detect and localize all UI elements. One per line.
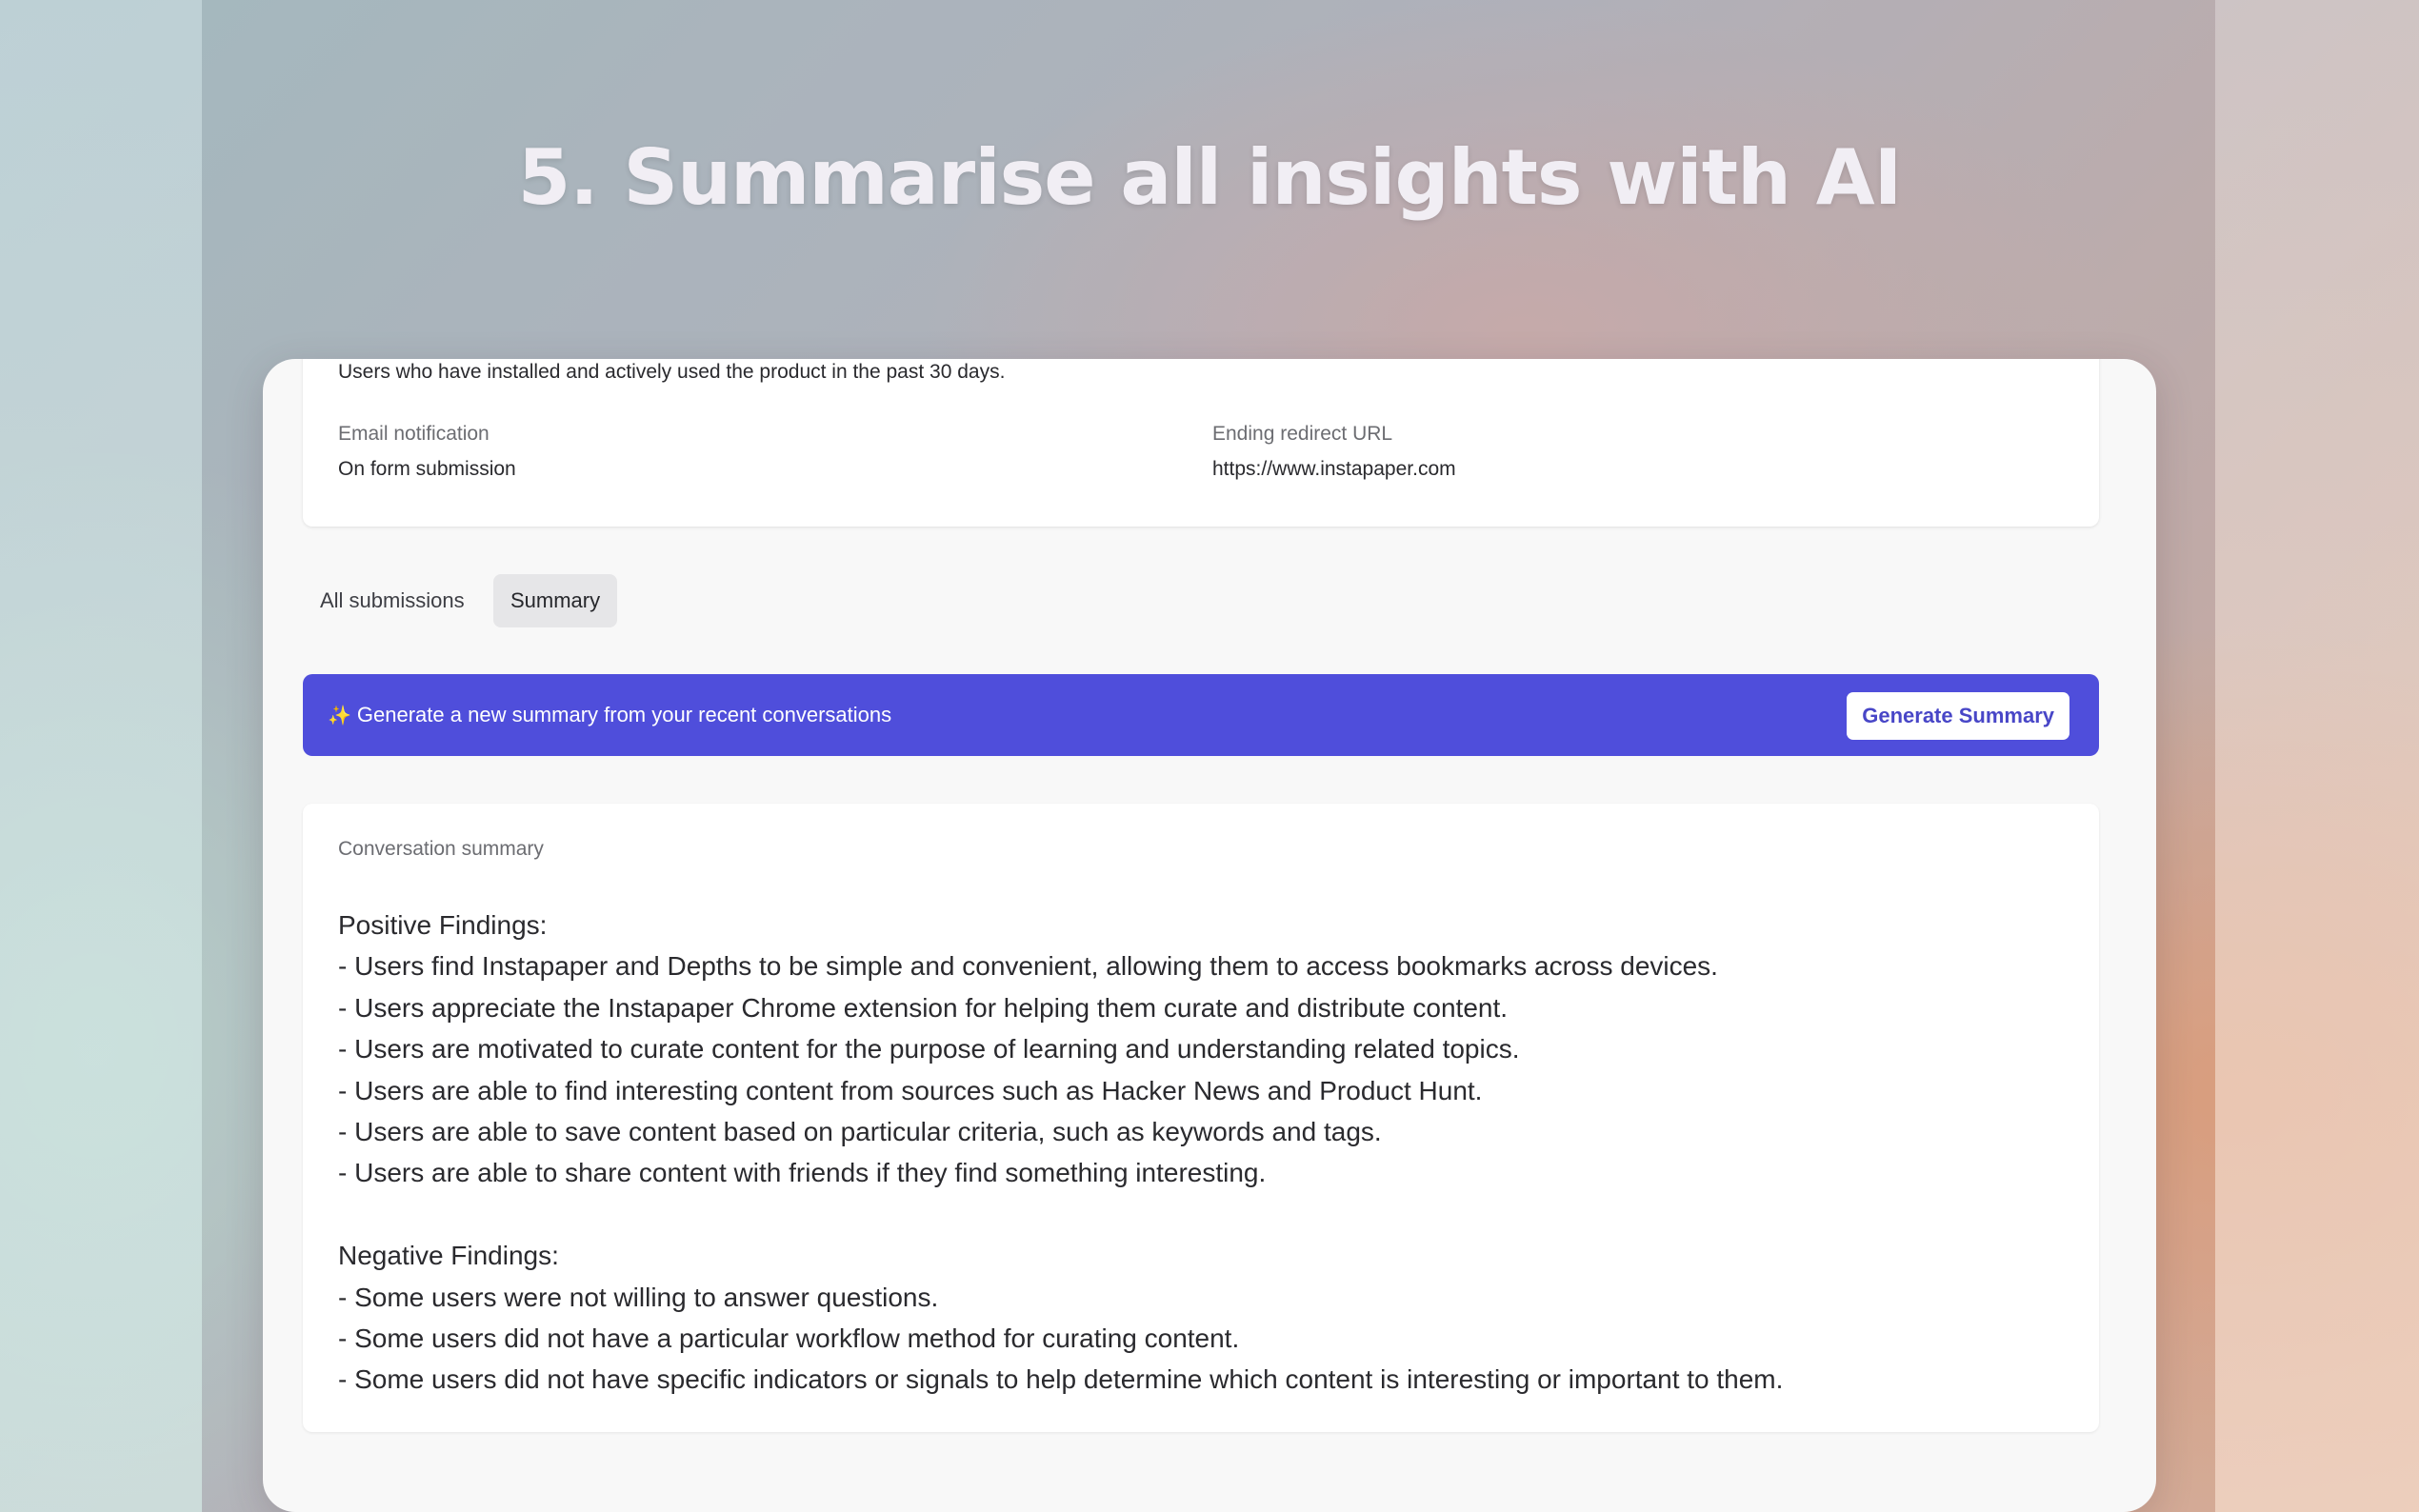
ending-redirect-value: https://www.instapaper.com	[1212, 458, 1456, 480]
summary-title: Conversation summary	[338, 838, 544, 860]
list-item: - Users are able to find interesting con…	[338, 1075, 1483, 1105]
audience-description: Users who have installed and actively us…	[338, 361, 1006, 383]
banner-text: Generate a new summary from your recent …	[356, 703, 892, 726]
app-window: Users who have installed and actively us…	[263, 359, 2156, 1512]
list-item: - Users appreciate the Instapaper Chrome…	[338, 992, 1509, 1023]
background-edge-right	[2215, 0, 2419, 1512]
email-notification-label: Email notification	[338, 423, 490, 445]
list-item: - Users are motivated to curate content …	[338, 1034, 1520, 1064]
sparkle-icon: ✨	[328, 706, 351, 726]
tab-summary[interactable]: Summary	[493, 574, 618, 627]
generate-summary-button[interactable]: Generate Summary	[1847, 692, 2069, 740]
list-item: - Some users did not have a particular w…	[338, 1323, 1240, 1354]
list-item: - Some users were not willing to answer …	[338, 1282, 939, 1312]
conversation-summary-card: Conversation summary Positive Findings: …	[303, 804, 2099, 1432]
list-item: - Users are able to save content based o…	[338, 1117, 1382, 1147]
list-item: - Users are able to share content with f…	[338, 1158, 1267, 1188]
generate-summary-banner: ✨ Generate a new summary from your recent…	[303, 674, 2099, 756]
summary-body: Positive Findings: - Users find Instapap…	[338, 905, 2071, 1401]
negative-findings-heading: Negative Findings:	[338, 1241, 559, 1271]
tab-all-submissions[interactable]: All submissions	[303, 574, 482, 627]
background-edge-left	[0, 0, 202, 1512]
positive-findings-heading: Positive Findings:	[338, 910, 548, 940]
audience-info-card: Users who have installed and actively us…	[303, 359, 2099, 527]
list-item: - Users find Instapaper and Depths to be…	[338, 951, 1718, 982]
email-notification-value: On form submission	[338, 458, 516, 480]
list-item: - Some users did not have specific indic…	[338, 1364, 1784, 1395]
page-headline: 5. Summarise all insights with AI	[517, 133, 1903, 222]
banner-message: ✨ Generate a new summary from your recent…	[328, 674, 891, 756]
ending-redirect-label: Ending redirect URL	[1212, 423, 1393, 445]
